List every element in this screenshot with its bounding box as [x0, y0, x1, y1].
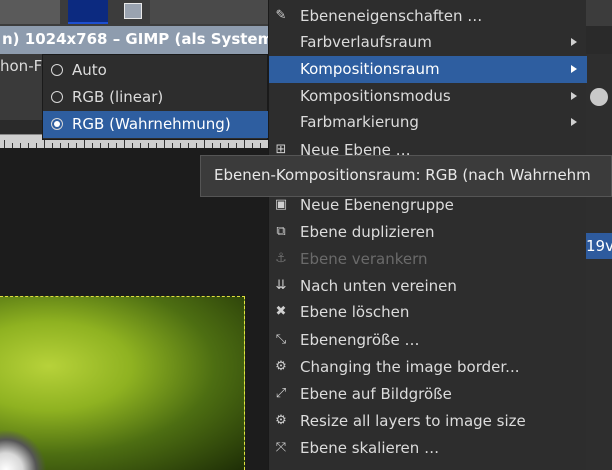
submenu-arrow-icon [571, 65, 577, 73]
menu-item-label: Ebene skalieren … [300, 439, 440, 457]
submenu-item-auto[interactable]: Auto [43, 57, 269, 84]
menu-item-ebene-duplizieren[interactable]: ⧉ Ebene duplizieren [269, 219, 587, 246]
composite-space-submenu: Auto RGB (linear) RGB (Wahrnehmung) [42, 54, 269, 140]
partial-label: hon-F [0, 57, 43, 75]
image-layer[interactable] [0, 296, 245, 470]
palette-icon[interactable] [590, 88, 608, 106]
flower-image [0, 430, 60, 470]
menu-item-farbmarkierung[interactable]: Farbmarkierung [269, 109, 587, 136]
menu-item-farbverlaufsraum[interactable]: Farbverlaufsraum [269, 29, 587, 56]
menu-item-label: Ebenengröße … [300, 331, 420, 349]
menu-item-kompositionsraum[interactable]: Kompositionsraum [269, 56, 587, 83]
gear-icon: ⚙ [275, 413, 287, 428]
menu-item-label: Ebeneneigenschaften … [300, 7, 483, 25]
menu-item-label: Neue Ebenengruppe [300, 196, 454, 214]
submenu-item-label: Auto [72, 61, 107, 79]
submenu-item-label: RGB (Wahrnehmung) [72, 115, 231, 133]
layers-context-menu: ✎ Ebeneneigenschaften … Farbverlaufsraum Ko… [268, 0, 587, 470]
radio-icon [51, 64, 63, 76]
window-title: n) 1024x768 – GIMP (als System [2, 30, 274, 48]
menu-item-label: Ebene verankern [300, 250, 428, 268]
app-icon[interactable] [124, 3, 142, 19]
radio-icon [51, 91, 63, 103]
anchor-icon: ⚓ [275, 251, 287, 266]
menu-item-ebenengr-e[interactable]: ⤡ Ebenengröße … [269, 327, 587, 354]
menu-item-label: Kompositionsmodus [300, 87, 451, 105]
submenu-arrow-icon [571, 38, 577, 46]
merge-down-icon: ⇊ [275, 278, 287, 293]
menu-item-ebeneneigenschaften[interactable]: ✎ Ebeneneigenschaften … [269, 3, 587, 30]
submenu-arrow-icon [571, 118, 577, 126]
delete-layer-icon: ✖ [275, 304, 287, 319]
menu-item-label: Resize all layers to image size [300, 412, 526, 430]
layer-properties-icon: ✎ [275, 8, 287, 23]
radio-icon [51, 118, 63, 130]
menu-item-changing-the-image-border[interactable]: ⚙ Changing the image border... [269, 354, 587, 381]
menu-item-ebene-verankern[interactable]: ⚓ Ebene verankern [269, 246, 587, 273]
window-thumbnail[interactable] [68, 0, 108, 24]
taskbar-button[interactable] [0, 0, 60, 24]
gear-icon: ⚙ [275, 359, 287, 374]
submenu-arrow-icon [571, 92, 577, 100]
scale-layer-icon: ⤧ [275, 440, 287, 455]
taskbar-button[interactable] [150, 0, 268, 24]
dock-tab-label: 19v [586, 237, 612, 255]
layer-to-image-size-icon: ⤢ [275, 386, 287, 401]
submenu-item-label: RGB (linear) [72, 88, 164, 106]
menu-item-label: Ebene auf Bildgröße [300, 385, 452, 403]
duplicate-layer-icon: ⧉ [276, 224, 286, 239]
menu-item-resize-all-layers-to-image-size[interactable]: ⚙ Resize all layers to image size [269, 408, 587, 435]
tooltip-text: Ebenen-Kompositionsraum: RGB (nach Wahrn… [214, 166, 591, 184]
tooltip: Ebenen-Kompositionsraum: RGB (nach Wahrn… [200, 155, 612, 197]
new-layer-group-icon: ▣ [274, 197, 288, 212]
dock-tab[interactable]: 19v [586, 233, 612, 259]
submenu-item-rgb-wahrnehmung[interactable]: RGB (Wahrnehmung) [43, 111, 269, 138]
layer-size-icon: ⤡ [275, 332, 287, 347]
menu-item-ebene-auf-bildgr-e[interactable]: ⤢ Ebene auf Bildgröße [269, 381, 587, 408]
menu-item-label: Nach unten vereinen [300, 277, 457, 295]
submenu-item-rgb-linear[interactable]: RGB (linear) [43, 84, 269, 111]
menu-item-label: Kompositionsraum [300, 60, 440, 78]
menu-item-label: Changing the image border... [300, 358, 520, 376]
menu-item-ebene-skalieren[interactable]: ⤧ Ebene skalieren … [269, 435, 587, 462]
menu-item-nach-unten-vereinen[interactable]: ⇊ Nach unten vereinen [269, 273, 587, 300]
dock-panel [586, 54, 612, 470]
menu-item-label: Farbverlaufsraum [300, 33, 432, 51]
menu-item-label: Farbmarkierung [300, 113, 419, 131]
menu-item-label: Ebene duplizieren [300, 223, 435, 241]
menu-item-label: Ebene löschen [300, 303, 410, 321]
menu-item-ebene-l-schen[interactable]: ✖ Ebene löschen [269, 299, 587, 326]
menu-item-kompositionsmodus[interactable]: Kompositionsmodus [269, 83, 587, 110]
window-titlebar: n) 1024x768 – GIMP (als System [0, 26, 273, 54]
